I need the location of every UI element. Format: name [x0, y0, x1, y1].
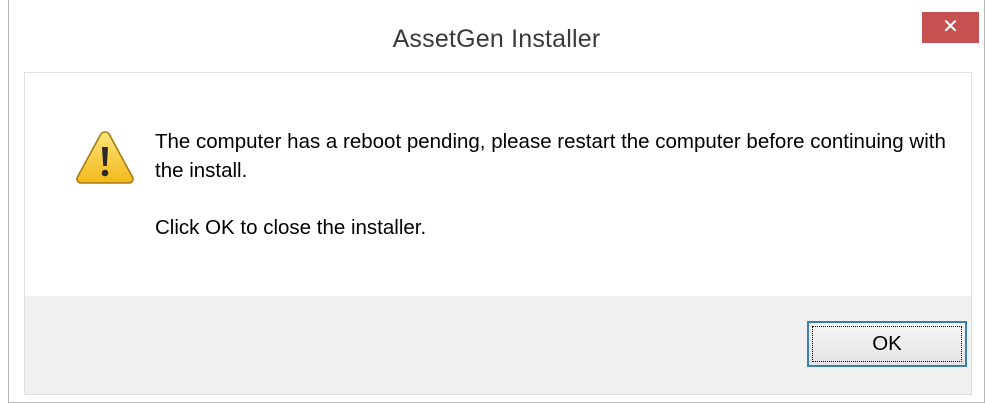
close-icon: ✕ — [942, 16, 959, 38]
warning-icon — [76, 131, 134, 184]
window-title: AssetGen Installer — [392, 25, 601, 53]
message-line-reboot: The computer has a reboot pending, pleas… — [155, 130, 946, 182]
ok-button[interactable]: OK — [807, 321, 967, 367]
installer-dialog: AssetGen Installer ✕ The computer has a … — [8, 0, 985, 403]
button-footer: OK — [24, 296, 972, 395]
message-text: The computer has a reboot pending, pleas… — [155, 127, 955, 242]
close-button[interactable]: ✕ — [922, 12, 979, 43]
ok-button-label: OK — [872, 332, 902, 355]
title-bar: AssetGen Installer ✕ — [9, 0, 984, 72]
message-line-close: Click OK to close the installer. — [155, 216, 427, 239]
message-area: The computer has a reboot pending, pleas… — [24, 72, 972, 297]
